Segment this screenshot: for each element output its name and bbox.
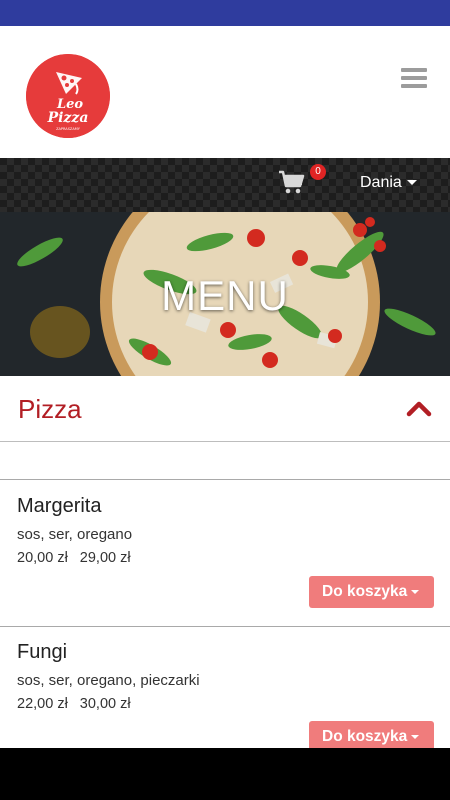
- menu-item-margerita: Margerita sos, ser, oregano 20,00 zł 29,0…: [0, 495, 450, 625]
- language-label: Dania: [360, 174, 402, 191]
- item-divider: [0, 626, 450, 627]
- item-price-small: 20,00 zł: [17, 550, 68, 566]
- logo-subtext: ZAPRASZAMY: [56, 127, 81, 131]
- hero-title: MENU: [161, 272, 289, 319]
- hamburger-menu-icon[interactable]: [401, 68, 427, 90]
- logo[interactable]: Leo Pizza ZAPRASZAMY: [26, 54, 110, 138]
- navigation-bar: [0, 748, 450, 800]
- chevron-up-icon[interactable]: [406, 398, 432, 418]
- item-price-large: 29,00 zł: [79, 550, 131, 566]
- hero-banner: MENU: [0, 212, 450, 376]
- logo-text-bottom: Pizza: [47, 110, 89, 126]
- status-bar: [0, 0, 450, 26]
- item-name: Fungi: [17, 641, 68, 663]
- leo-pizza-logo-icon: Leo Pizza ZAPRASZAMY: [26, 54, 110, 138]
- menu-item-fungi: Fungi sos, ser, oregano, pieczarki 22,00…: [0, 641, 450, 753]
- item-price-large: 30,00 zł: [79, 696, 131, 712]
- cart-count-badge: 0: [310, 164, 326, 180]
- caret-down-icon: [411, 734, 420, 739]
- item-prices: 20,00 zł 29,00 zł: [17, 550, 131, 566]
- category-title: Pizza: [18, 394, 82, 424]
- shopping-cart-icon[interactable]: [278, 170, 306, 196]
- add-to-cart-label: Do koszyka: [322, 583, 408, 600]
- add-to-cart-label: Do koszyka: [322, 728, 408, 745]
- navbar: 0 Dania: [0, 158, 450, 212]
- caret-down-icon: [411, 589, 420, 594]
- category-header-pizza[interactable]: Pizza: [0, 376, 450, 442]
- caret-down-icon: [406, 180, 417, 186]
- item-description: sos, ser, oregano: [17, 526, 133, 543]
- add-to-cart-button[interactable]: Do koszyka: [309, 576, 434, 608]
- language-dropdown[interactable]: Dania: [360, 174, 417, 192]
- item-price-small: 22,00 zł: [17, 696, 68, 712]
- item-prices: 22,00 zł 30,00 zł: [17, 696, 131, 712]
- divider: [0, 479, 450, 480]
- item-name: Margerita: [17, 495, 102, 517]
- item-description: sos, ser, oregano, pieczarki: [17, 672, 200, 689]
